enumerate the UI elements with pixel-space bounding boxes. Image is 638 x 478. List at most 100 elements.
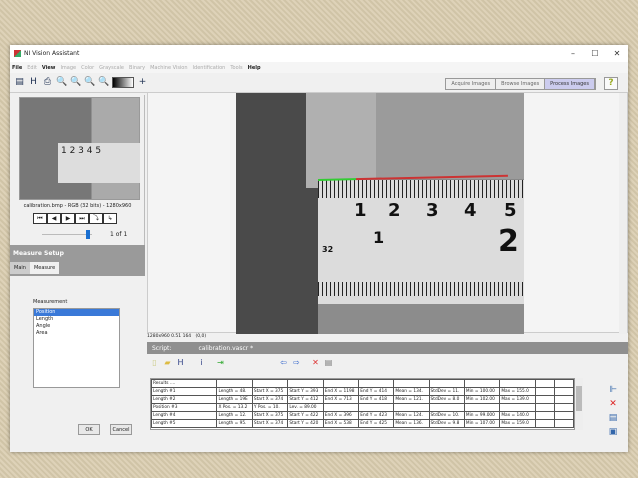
image-thumbnail[interactable]: 1 2 3 4 5 <box>19 97 140 200</box>
cancel-button[interactable]: Cancel <box>110 424 132 435</box>
maximize-button[interactable]: ☐ <box>584 49 606 58</box>
print-icon[interactable]: ⎙ <box>42 77 53 88</box>
menu-grayscale[interactable]: Grayscale <box>99 65 124 71</box>
delete-step-icon[interactable]: ✕ <box>311 358 320 368</box>
table-cell: Length = 48. <box>216 387 253 396</box>
tab-main[interactable]: Main <box>10 262 30 274</box>
measurement-option[interactable]: Area <box>34 330 119 337</box>
menu-machine-vision[interactable]: Machine Vision <box>150 65 187 71</box>
save-script-icon[interactable]: H <box>176 358 185 368</box>
table-row[interactable]: Length #5 Length = 95. Start X = 374 Start … <box>151 419 574 428</box>
table-cell <box>428 403 465 412</box>
measurement-label: Measurement <box>33 299 68 305</box>
goto-image-button[interactable]: ↳ <box>103 213 117 224</box>
insert-results-icon[interactable]: ⊩ <box>608 385 618 396</box>
next-image-button[interactable]: ▶ <box>61 213 75 224</box>
table-row[interactable]: Position #3 X Pos. = 13.2 Y Pos. = 10. Lev.… <box>151 403 574 412</box>
table-cell <box>358 403 395 412</box>
minimize-button[interactable]: – <box>562 49 584 58</box>
menu-tools[interactable]: Tools <box>230 65 242 71</box>
window-title: NI Vision Assistant <box>24 50 80 57</box>
run-script-icon[interactable]: ⇥ <box>216 358 225 368</box>
menu-color[interactable]: Color <box>81 65 94 71</box>
setup-title: Measure Setup <box>13 250 64 257</box>
header-cell <box>322 379 360 388</box>
save-results-icon[interactable]: ▣ <box>608 427 618 438</box>
table-cell: Min = 100.00 <box>463 387 501 396</box>
table-cell: Min = 107.00 <box>463 419 501 428</box>
step-forward-icon[interactable]: ⇨ <box>292 358 301 368</box>
open-image-icon[interactable]: ▤ <box>14 77 25 88</box>
help-button[interactable]: ? <box>604 77 618 90</box>
step-back-icon[interactable]: ⇦ <box>279 358 288 368</box>
pixel-coordinate: (0,0) <box>195 334 207 339</box>
copy-results-icon[interactable]: ▤ <box>608 413 618 424</box>
measurement-list[interactable]: Position Length Angle Area <box>33 308 120 388</box>
slider-handle[interactable] <box>86 230 90 239</box>
menu-identification[interactable]: Identification <box>193 65 226 71</box>
table-cell <box>534 411 555 420</box>
table-cell: Start Y = 420 <box>287 419 324 428</box>
menu-file[interactable]: File <box>12 65 22 71</box>
image-display[interactable]: 1 2 3 4 5 1 2 32 <box>147 92 628 334</box>
first-image-button[interactable]: ⏮ <box>33 213 47 224</box>
table-cell: StdDev = 11. <box>428 387 465 396</box>
table-cell <box>553 387 574 396</box>
acquire-images-button[interactable]: Acquire Images <box>446 79 497 89</box>
palette-gradient-icon[interactable] <box>112 77 134 88</box>
table-cell: Max = 139.0 <box>499 395 536 404</box>
menu-edit[interactable]: Edit <box>27 65 37 71</box>
table-cell: Mean = 134. <box>393 387 430 396</box>
process-images-button[interactable]: Process Images <box>545 79 595 89</box>
zoom-out-icon[interactable]: 🔍 <box>70 77 81 88</box>
table-cell: Length = 19E <box>216 395 253 404</box>
menu-view[interactable]: View <box>42 65 56 71</box>
crosshair-icon[interactable]: + <box>137 77 148 88</box>
thumbnail-ruler: 1 2 3 4 5 <box>58 143 140 183</box>
image-slider[interactable] <box>42 234 92 235</box>
measurement-option[interactable]: Angle <box>34 323 119 330</box>
new-script-icon[interactable]: ▯ <box>150 358 159 368</box>
close-button[interactable]: ✕ <box>606 49 628 58</box>
title-bar: NI Vision Assistant – ☐ ✕ <box>10 45 628 62</box>
open-script-icon[interactable]: ▰ <box>163 358 172 368</box>
measurement-option[interactable]: Position <box>34 309 119 316</box>
script-properties-icon[interactable]: ▤ <box>324 358 333 368</box>
page-total: 1 <box>123 231 128 238</box>
measurement-option[interactable]: Length <box>34 316 119 323</box>
zoom-fit-icon[interactable]: 🔍 <box>98 77 109 88</box>
results-scrollbar[interactable] <box>575 378 583 430</box>
menu-image[interactable]: Image <box>60 65 76 71</box>
header-cell <box>393 379 430 388</box>
script-label: Script: <box>152 344 172 352</box>
image-scrollbar[interactable] <box>619 93 627 334</box>
header-cell <box>553 379 574 388</box>
tab-measure[interactable]: Measure <box>29 262 60 274</box>
zoom-1to1-icon[interactable]: 🔍 <box>84 77 95 88</box>
ok-button[interactable]: OK <box>78 424 100 435</box>
menu-help[interactable]: Help <box>248 65 261 71</box>
clear-results-icon[interactable]: ✕ <box>608 399 618 410</box>
table-cell: StdDev = 10. <box>428 411 465 420</box>
table-cell <box>553 419 574 428</box>
table-cell: Start Y = 412 <box>287 395 324 404</box>
table-cell: Start X = 375 <box>251 387 289 396</box>
table-cell <box>463 403 501 412</box>
calibration-image[interactable]: 1 2 3 4 5 1 2 32 <box>236 93 524 334</box>
table-row[interactable]: Length #4 Length = 12. Start X = 375 Start … <box>151 411 574 420</box>
menu-binary[interactable]: Binary <box>129 65 145 71</box>
previous-image-button[interactable]: ◀ <box>47 213 61 224</box>
table-row[interactable]: Length #1 Length = 48. Start X = 375 Start … <box>151 387 574 396</box>
info-icon[interactable]: i <box>197 358 206 368</box>
table-cell: End X = 713 <box>322 395 360 404</box>
ruler-number: 1 <box>354 200 367 221</box>
table-cell: Mean = 121. <box>393 395 430 404</box>
last-image-button[interactable]: ⏭ <box>75 213 89 224</box>
save-icon[interactable]: H <box>28 77 39 88</box>
table-row[interactable]: Length #2 Length = 19E Start X = 374 Start … <box>151 395 574 404</box>
zoom-in-icon[interactable]: 🔍 <box>56 77 67 88</box>
browse-images-button[interactable]: Browse Images <box>496 79 546 89</box>
insert-image-button[interactable]: ⤵ <box>89 213 103 224</box>
table-cell <box>393 403 430 412</box>
table-cell: Mean = 124. <box>393 411 430 420</box>
